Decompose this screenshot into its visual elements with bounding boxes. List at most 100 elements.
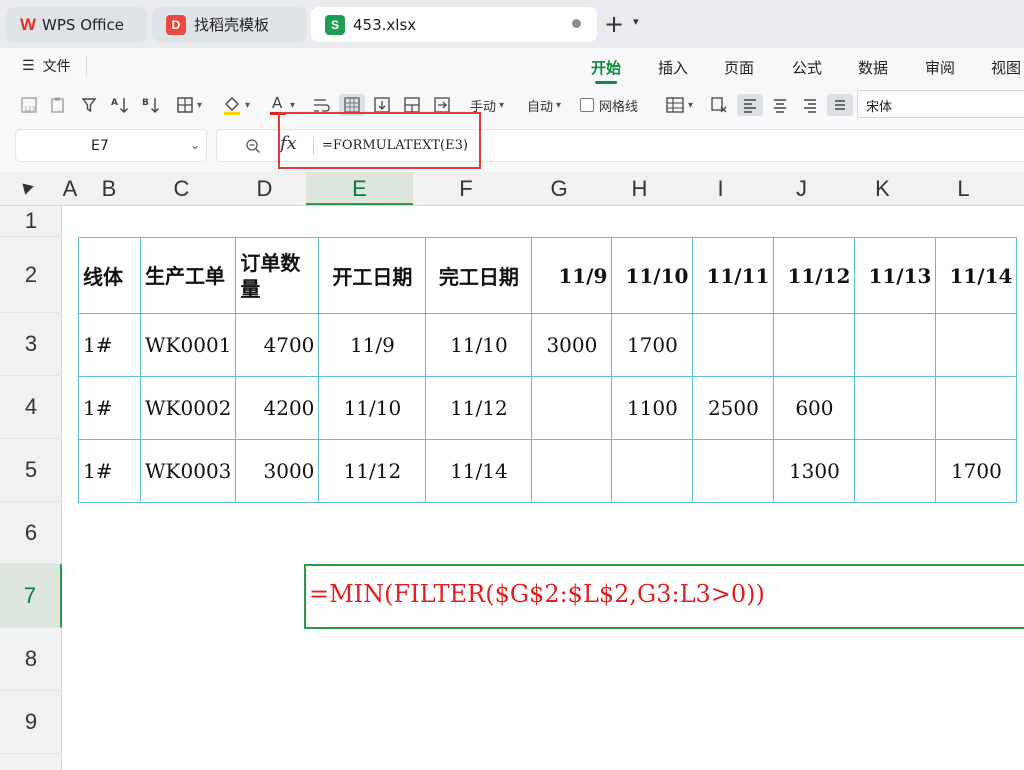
align-center-icon[interactable] <box>768 94 792 116</box>
filter-icon[interactable] <box>78 94 100 116</box>
table-cell[interactable]: WK0003 <box>139 439 237 503</box>
table-cell[interactable]: 1700 <box>935 439 1018 503</box>
file-menu-button[interactable]: ☰ 文件 <box>22 56 71 76</box>
column-header[interactable]: I <box>680 172 761 205</box>
tab-workbook[interactable]: S 453.xlsx <box>311 7 597 42</box>
row-header[interactable]: 7 <box>0 564 62 628</box>
fill-color-icon[interactable]: ▾ <box>218 94 254 116</box>
chevron-down-icon[interactable]: ⌄ <box>190 138 200 152</box>
table-cell[interactable]: 4200 <box>235 376 320 440</box>
table-cell[interactable]: 1100 <box>611 376 694 440</box>
tab-view[interactable]: 视图 <box>991 57 1021 78</box>
tab-data[interactable]: 数据 <box>858 57 888 78</box>
table-cell[interactable] <box>692 439 775 503</box>
table-cell[interactable]: 1700 <box>611 313 694 377</box>
table-cell[interactable] <box>854 439 937 503</box>
clear-format-icon[interactable] <box>708 94 730 116</box>
table-cell[interactable] <box>692 313 775 377</box>
table-cell[interactable]: 1# <box>78 376 141 440</box>
number-format-icon[interactable]: 123 <box>18 94 40 116</box>
table-cell[interactable]: 3000 <box>531 313 613 377</box>
wrap-text-icon[interactable] <box>310 94 332 116</box>
row-header[interactable]: 9 <box>0 691 62 754</box>
tab-insert[interactable]: 插入 <box>658 57 688 78</box>
tab-review[interactable]: 审阅 <box>925 57 955 78</box>
column-header[interactable]: D <box>223 172 306 205</box>
table-cell[interactable] <box>854 313 937 377</box>
zoom-icon[interactable] <box>245 138 261 158</box>
select-all-icon[interactable] <box>18 179 34 195</box>
row-header[interactable]: 3 <box>0 313 62 376</box>
table-cell[interactable]: 11/9 <box>318 313 427 377</box>
column-header[interactable]: A <box>62 172 78 205</box>
align-middle-icon[interactable] <box>827 94 853 116</box>
paste-format-icon[interactable] <box>47 94 69 116</box>
row-header[interactable]: 4 <box>0 376 62 439</box>
column-header[interactable]: B <box>78 172 140 205</box>
merge-cells-icon[interactable] <box>431 94 453 116</box>
table-cell[interactable]: 11/10 <box>425 313 533 377</box>
align-right-icon[interactable] <box>798 94 822 116</box>
table-cell[interactable]: 11/12 <box>773 237 856 314</box>
table-style-icon[interactable]: ▾ <box>661 94 697 116</box>
row-header[interactable]: 2 <box>0 237 62 313</box>
row-header[interactable]: 6 <box>0 502 62 564</box>
column-header[interactable]: H <box>599 172 680 205</box>
table-cell[interactable] <box>531 439 613 503</box>
table-cell[interactable]: 线体 <box>78 237 141 314</box>
table-cell[interactable]: 1# <box>78 313 141 377</box>
column-header[interactable]: C <box>140 172 223 205</box>
table-cell[interactable]: WK0001 <box>139 313 237 377</box>
table-cell[interactable]: 3000 <box>235 439 320 503</box>
table-cell[interactable]: 11/12 <box>425 376 533 440</box>
freeze-panes-icon[interactable] <box>339 94 365 116</box>
tab-template-store[interactable]: D 找稻壳模板 <box>152 7 307 42</box>
table-cell[interactable]: 600 <box>773 376 856 440</box>
gridlines-checkbox[interactable]: 网格线 <box>580 94 648 116</box>
table-cell[interactable]: 11/14 <box>425 439 533 503</box>
column-header[interactable]: J <box>761 172 842 205</box>
col-width-auto-dropdown[interactable]: 自动 ▾ <box>520 94 568 116</box>
table-cell[interactable]: 11/10 <box>318 376 427 440</box>
row-header[interactable]: 1 <box>0 206 62 237</box>
table-cell[interactable] <box>935 313 1018 377</box>
tab-home[interactable]: 开始 <box>591 57 621 84</box>
row-header[interactable]: 8 <box>0 628 62 691</box>
table-cell[interactable] <box>531 376 613 440</box>
new-tab-button[interactable]: + <box>604 9 624 39</box>
table-cell[interactable]: 11/11 <box>692 237 775 314</box>
tab-page[interactable]: 页面 <box>724 57 754 78</box>
row-header[interactable]: 5 <box>0 439 62 502</box>
tab-wps-office[interactable]: W WPS Office <box>6 7 147 42</box>
table-cell[interactable]: 完工日期 <box>425 237 533 314</box>
sort-ascending-icon[interactable]: A <box>108 94 132 116</box>
table-cell[interactable]: 11/10 <box>611 237 694 314</box>
table-cell[interactable]: 11/9 <box>531 237 613 314</box>
column-header[interactable]: L <box>923 172 1004 205</box>
column-header[interactable]: G <box>519 172 599 205</box>
table-cell[interactable]: 开工日期 <box>318 237 427 314</box>
table-cell[interactable]: 11/14 <box>935 237 1018 314</box>
function-icon[interactable]: fx <box>280 133 297 154</box>
font-name-select[interactable]: 宋体 <box>857 90 1024 118</box>
column-header[interactable]: F <box>413 172 519 205</box>
table-cell[interactable]: 2500 <box>692 376 775 440</box>
chevron-down-icon[interactable]: ▾ <box>633 15 639 28</box>
table-cell[interactable] <box>935 376 1018 440</box>
table-cell[interactable]: 4700 <box>235 313 320 377</box>
column-header[interactable]: E <box>306 172 413 205</box>
sort-descending-icon[interactable]: B <box>139 94 163 116</box>
table-cell[interactable]: 11/12 <box>318 439 427 503</box>
align-left-icon[interactable] <box>737 94 763 116</box>
table-cell[interactable]: 1300 <box>773 439 856 503</box>
tab-formulas[interactable]: 公式 <box>792 57 822 78</box>
borders-icon[interactable]: ▾ <box>172 94 206 116</box>
insert-cells-icon[interactable] <box>401 94 423 116</box>
column-header[interactable]: K <box>842 172 923 205</box>
name-box[interactable]: E7 ⌄ <box>15 129 207 162</box>
formula-text[interactable]: =FORMULATEXT(E3) <box>322 138 468 153</box>
table-cell[interactable]: 订单数量 <box>235 237 320 314</box>
table-cell[interactable] <box>854 376 937 440</box>
font-color-icon[interactable]: A ▾ <box>264 94 300 116</box>
table-cell[interactable]: 11/13 <box>854 237 937 314</box>
